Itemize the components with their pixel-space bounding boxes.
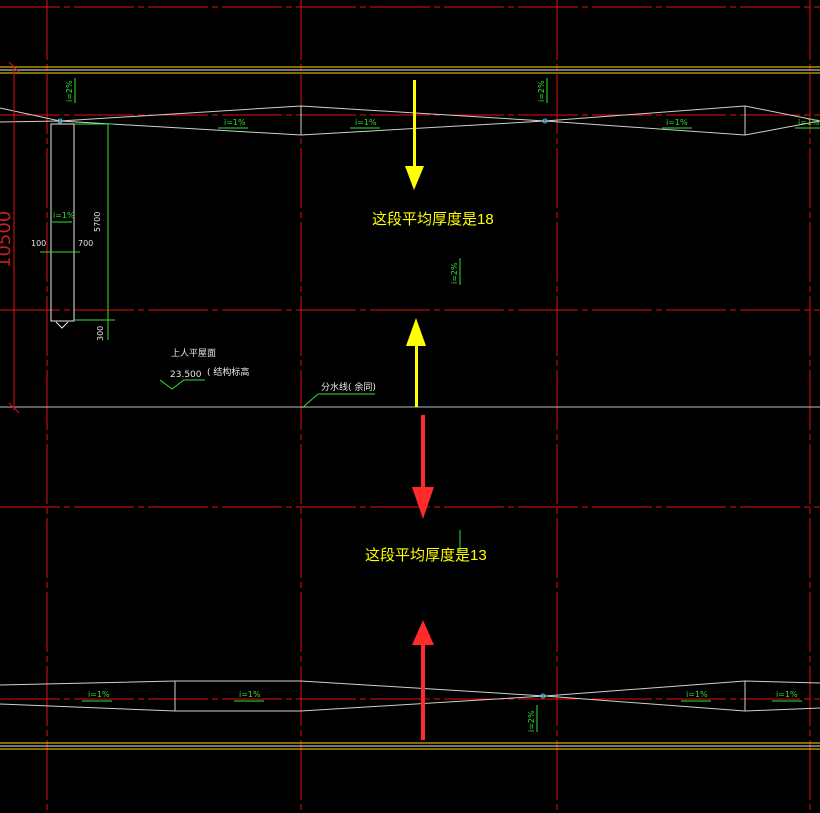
slope-label-top-left: i=2%	[65, 80, 74, 102]
slope-label-top-3: i=1%	[666, 118, 688, 127]
lower-thickness-note: 这段平均厚度是13	[365, 547, 487, 564]
slope-label-upper-field: i=2%	[450, 262, 459, 284]
roof-label: 上人平屋面	[171, 348, 216, 359]
left-dimension-label: 10500	[0, 211, 15, 268]
structure-label: ( 结构标高	[207, 366, 249, 378]
dim-700: 700	[78, 239, 93, 248]
trench-slope: i=1%	[53, 211, 75, 220]
slope-label-bottom-4: i=1%	[776, 690, 798, 699]
slope-label-top-mid: i=2%	[537, 80, 546, 102]
slope-label-bottom-mid: i=2%	[527, 710, 536, 732]
dim-5700: 5700	[93, 212, 102, 232]
dim-100: 100	[31, 239, 46, 248]
cad-drawing-canvas: 分水线( 余同) 10500 5700 300 100 700 i=1% 上人平…	[0, 0, 820, 813]
dim-300: 300	[96, 326, 105, 341]
slope-label-top-2: i=1%	[355, 118, 377, 127]
slope-label-top-4: i=1%	[798, 118, 820, 127]
divide-line-label: 分水线( 余同)	[321, 381, 376, 393]
slope-label-bottom-1: i=1%	[88, 690, 110, 699]
elevation-value: 23.500	[170, 370, 202, 380]
slope-label-bottom-2: i=1%	[239, 690, 261, 699]
slope-label-bottom-3: i=1%	[686, 690, 708, 699]
upper-thickness-note: 这段平均厚度是18	[372, 211, 494, 228]
slope-label-top-1: i=1%	[224, 118, 246, 127]
